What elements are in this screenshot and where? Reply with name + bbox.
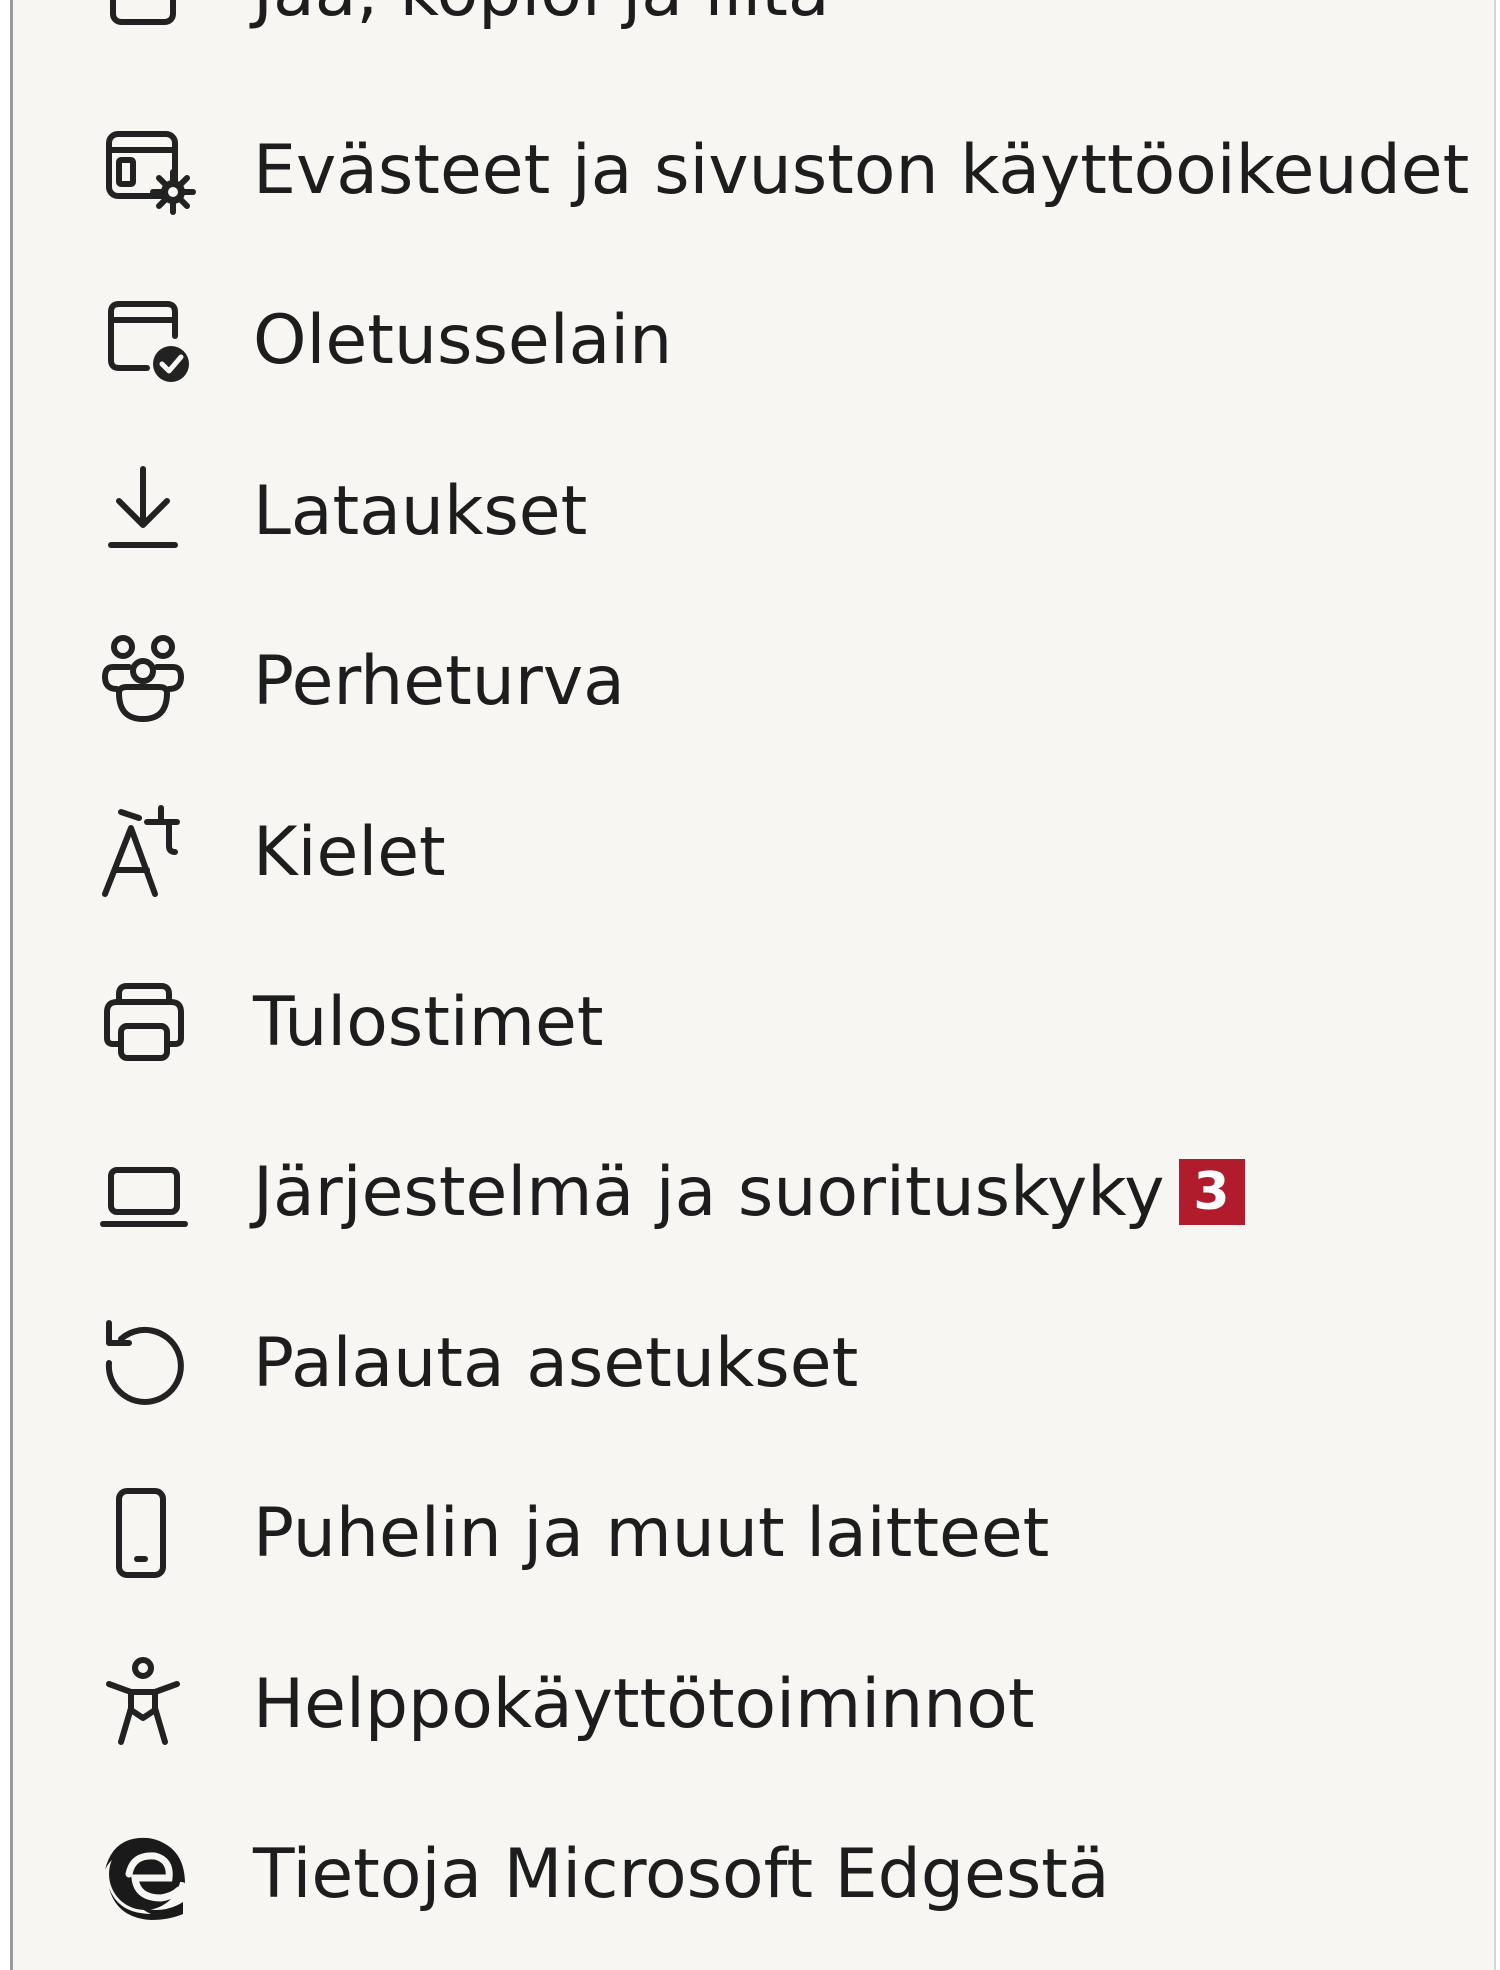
menu-item-label: Lataukset bbox=[253, 471, 588, 551]
menu-item-label-text: Järjestelmä ja suorituskyky bbox=[253, 1152, 1165, 1232]
family-icon bbox=[99, 631, 211, 731]
menu-item-phone-devices[interactable]: Puhelin ja muut laitteet bbox=[99, 1458, 1049, 1608]
menu-item-label: Kielet bbox=[253, 812, 446, 892]
menu-item-downloads[interactable]: Lataukset bbox=[99, 436, 587, 586]
menu-item-label: Jaa, kopioi ja liitä bbox=[253, 0, 830, 32]
download-icon bbox=[99, 461, 211, 561]
menu-item-label: Tulostimet bbox=[253, 982, 604, 1062]
menu-item-system-performance[interactable]: Järjestelmä ja suorituskyky 3 bbox=[99, 1117, 1245, 1267]
menu-item-printers[interactable]: Tulostimet bbox=[99, 947, 604, 1097]
menu-item-cookies-permissions[interactable]: Evästeet ja sivuston käyttöoikeudet bbox=[99, 95, 1469, 245]
menu-item-label: Järjestelmä ja suorituskyky 3 bbox=[253, 1153, 1245, 1232]
menu-item-label: Oletusselain bbox=[253, 300, 673, 380]
menu-item-languages[interactable]: Kielet bbox=[99, 777, 446, 927]
edge-logo-icon bbox=[99, 1824, 211, 1924]
menu-item-label: Tietoja Microsoft Edgestä bbox=[253, 1834, 1110, 1914]
languages-icon bbox=[99, 802, 211, 902]
menu-item-accessibility[interactable]: Helppokäyttötoiminnot bbox=[99, 1629, 1035, 1779]
laptop-icon bbox=[99, 1142, 211, 1242]
share-icon bbox=[99, 0, 211, 42]
notification-badge: 3 bbox=[1178, 1158, 1245, 1225]
menu-item-label: Palauta asetukset bbox=[253, 1323, 859, 1403]
printer-icon bbox=[99, 972, 211, 1072]
menu-item-default-browser[interactable]: Oletusselain bbox=[99, 265, 672, 415]
menu-item-family-safety[interactable]: Perheturva bbox=[99, 606, 625, 756]
menu-item-label: Puhelin ja muut laitteet bbox=[253, 1493, 1050, 1573]
menu-item-label: Evästeet ja sivuston käyttöoikeudet bbox=[253, 130, 1470, 210]
accessibility-icon bbox=[99, 1654, 211, 1754]
cookies-permissions-icon bbox=[99, 120, 211, 220]
phone-icon bbox=[99, 1483, 211, 1583]
default-browser-icon bbox=[99, 290, 211, 390]
settings-menu-panel: Jaa, kopioi ja liitä Evästeet ja sivusto… bbox=[10, 0, 1496, 1970]
menu-item-about-edge[interactable]: Tietoja Microsoft Edgestä bbox=[99, 1799, 1110, 1949]
reset-icon bbox=[99, 1313, 211, 1413]
menu-item-share-copy-paste[interactable]: Jaa, kopioi ja liitä bbox=[99, 0, 830, 67]
menu-item-reset-settings[interactable]: Palauta asetukset bbox=[99, 1288, 858, 1438]
menu-item-label: Perheturva bbox=[253, 641, 625, 721]
menu-item-label: Helppokäyttötoiminnot bbox=[253, 1664, 1035, 1744]
